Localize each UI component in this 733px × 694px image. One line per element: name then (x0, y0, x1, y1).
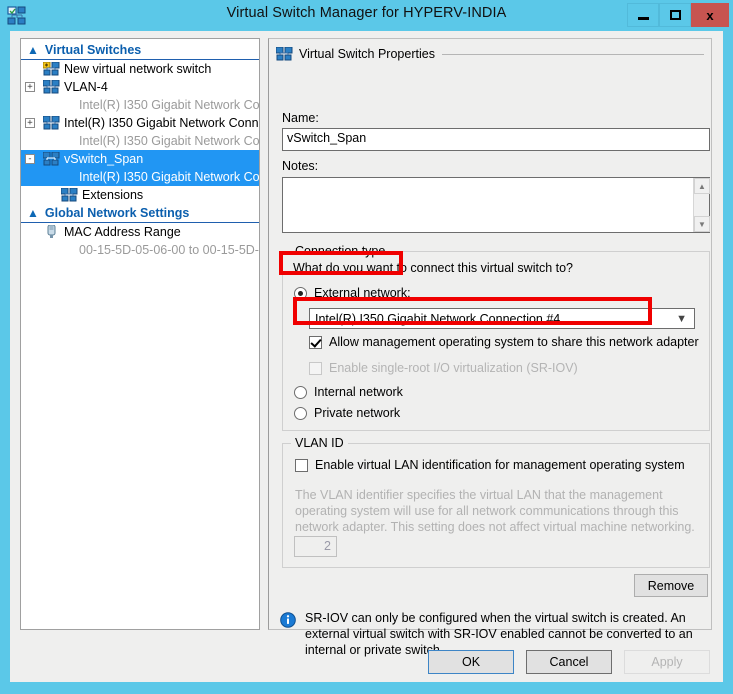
close-button[interactable]: x (691, 3, 729, 27)
vlan-help-text: The VLAN identifier specifies the virtua… (295, 488, 695, 534)
name-label: Name: (282, 111, 319, 125)
tree-item-extensions[interactable]: Extensions (21, 186, 259, 204)
network-adapter-select[interactable]: Intel(R) I350 Gigabit Network Connection… (309, 308, 695, 329)
virtual-switch-icon (275, 46, 293, 61)
chevron-down-icon: ▼ (676, 313, 687, 325)
vlan-id-title: VLAN ID (291, 436, 348, 450)
enable-vlan-label: Enable virtual LAN identification for ma… (315, 458, 685, 472)
name-input[interactable]: vSwitch_Span (282, 128, 710, 151)
properties-pane-header: Virtual Switch Properties (275, 45, 704, 63)
sriov-label: Enable single-root I/O virtualization (S… (329, 361, 578, 375)
notes-label: Notes: (282, 159, 319, 173)
notes-scrollbar[interactable]: ▲ ▼ (693, 178, 710, 232)
tree-item-label: MAC Address Range (64, 225, 181, 239)
checkbox-icon (309, 335, 322, 349)
tree-subitem-label: Intel(R) I350 Gigabit Network Con... (79, 134, 260, 148)
virtual-switch-manager-window: Virtual Switch Manager for HYPERV-INDIA … (0, 0, 733, 694)
minimize-icon (637, 16, 649, 20)
extensions-icon (60, 187, 78, 202)
info-icon (280, 612, 296, 628)
tree-subitem-label: Intel(R) I350 Gigabit Network Con... (79, 170, 260, 184)
tree-item-vswitch-span[interactable]: - vSwitch_Span (21, 150, 259, 168)
radio-icon (294, 385, 307, 399)
mac-address-icon (43, 224, 60, 239)
tree-subitem-adapter[interactable]: Intel(R) I350 Gigabit Network Con... (21, 132, 259, 150)
header-rule (441, 53, 704, 55)
tree-section-label: Global Network Settings (44, 206, 190, 220)
tree-item-label: VLAN-4 (64, 80, 108, 94)
tree-item-label: Intel(R) I350 Gigabit Network Conn... (64, 116, 260, 130)
tree-item-label: Extensions (82, 188, 144, 202)
minimize-button[interactable] (627, 3, 659, 27)
notes-textarea[interactable]: ▲ ▼ (282, 177, 710, 233)
virtual-switches-tree[interactable]: ▲ Virtual Switches New virtual network s… (20, 38, 260, 630)
tree-subitem-label: 00-15-5D-05-06-00 to 00-15-5D-0... (79, 243, 260, 257)
maximize-button[interactable] (659, 3, 691, 27)
properties-pane-title: Virtual Switch Properties (299, 47, 435, 61)
expander-plus-icon[interactable]: + (25, 118, 35, 128)
virtual-switch-icon (42, 79, 60, 94)
tree-section-header-virtual-switches[interactable]: ▲ Virtual Switches (21, 41, 259, 60)
allow-management-checkbox[interactable]: Allow management operating system to sha… (309, 335, 699, 349)
remove-button[interactable]: Remove (634, 574, 708, 597)
radio-icon (294, 406, 307, 420)
cancel-button[interactable]: Cancel (526, 650, 612, 674)
private-network-radio[interactable]: Private network (294, 406, 400, 420)
checkbox-icon (309, 361, 322, 375)
tree-item-vlan-4[interactable]: + VLAN-4 (21, 78, 259, 96)
close-icon: x (706, 7, 714, 23)
expander-plus-icon[interactable]: + (25, 82, 35, 92)
tree-item-intel-i350-switch[interactable]: + Intel(R) I350 Gigabit Network Conn... (21, 114, 259, 132)
virtual-switch-icon (42, 151, 60, 166)
tree-subitem-label: Intel(R) I350 Gigabit Network Con... (79, 98, 260, 112)
apply-button: Apply (624, 650, 710, 674)
chevron-up-icon: ▲ (27, 206, 39, 220)
tree-item-mac-address-range[interactable]: MAC Address Range (21, 223, 259, 241)
tree-subitem-adapter[interactable]: Intel(R) I350 Gigabit Network Con... (21, 168, 259, 186)
radio-icon (294, 286, 307, 300)
tree-subitem-mac-range[interactable]: 00-15-5D-05-06-00 to 00-15-5D-0... (21, 241, 259, 259)
internal-network-label: Internal network (314, 385, 403, 399)
network-adapter-value: Intel(R) I350 Gigabit Network Connection… (315, 311, 561, 326)
tree-item-new-virtual-network-switch[interactable]: New virtual network switch (21, 60, 259, 78)
tree-item-label: New virtual network switch (64, 62, 212, 76)
private-network-label: Private network (314, 406, 401, 420)
connection-type-question: What do you want to connect this virtual… (293, 261, 573, 275)
enable-vlan-checkbox[interactable]: Enable virtual LAN identification for ma… (295, 458, 685, 472)
internal-network-radio[interactable]: Internal network (294, 385, 403, 399)
external-network-label: External network: (314, 286, 411, 300)
tree-item-label: vSwitch_Span (64, 152, 144, 166)
scroll-down-icon[interactable]: ▼ (694, 216, 710, 232)
vlan-id-input[interactable]: 2 (294, 536, 337, 557)
connection-type-title: Connection type (291, 244, 390, 258)
external-network-radio[interactable]: External network: (294, 286, 411, 300)
allow-management-label: Allow management operating system to sha… (329, 335, 699, 349)
chevron-up-icon: ▲ (27, 43, 39, 57)
maximize-icon (669, 10, 681, 20)
tree-section-label: Virtual Switches (44, 43, 142, 57)
new-virtual-switch-icon (42, 61, 60, 76)
ok-button[interactable]: OK (428, 650, 514, 674)
title-bar: Virtual Switch Manager for HYPERV-INDIA … (0, 0, 733, 31)
checkbox-icon (295, 458, 308, 472)
expander-minus-icon[interactable]: - (25, 154, 35, 164)
dialog-client-area: ▲ Virtual Switches New virtual network s… (10, 31, 723, 682)
window-title: Virtual Switch Manager for HYPERV-INDIA (226, 5, 507, 21)
scroll-up-icon[interactable]: ▲ (694, 178, 710, 194)
tree-section-header-global-network-settings[interactable]: ▲ Global Network Settings (21, 204, 259, 223)
sriov-checkbox: Enable single-root I/O virtualization (S… (309, 361, 578, 375)
tree-subitem-adapter[interactable]: Intel(R) I350 Gigabit Network Con... (21, 96, 259, 114)
virtual-switch-icon (42, 115, 60, 130)
